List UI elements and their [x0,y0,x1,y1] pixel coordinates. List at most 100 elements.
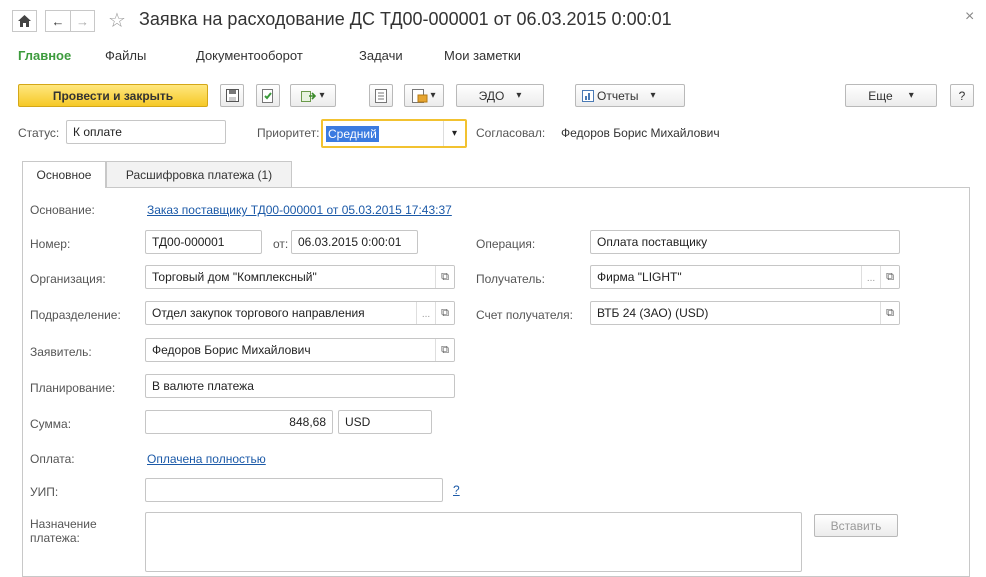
purpose-textarea[interactable] [145,512,802,572]
recipient-account-open-button[interactable]: ⧉ [880,302,899,324]
menu-item-docflow[interactable]: Документооборот [196,48,303,63]
organization-open-button[interactable]: ⧉ [435,266,454,288]
favorite-star-icon[interactable]: ☆ [108,8,126,33]
number-field[interactable]: ТД00-000001 [145,230,262,254]
status-label: Статус: [18,126,60,140]
ellipsis-icon: ... [421,309,431,320]
menu-item-main[interactable]: Главное [18,48,71,63]
menu-item-tasks[interactable]: Задачи [359,48,403,63]
approved-value: Федоров Борис Михайлович [561,126,720,140]
uip-label: УИП: [30,485,59,499]
chevron-down-icon: ▾ [650,90,656,101]
priority-label: Приоритет: [257,126,320,140]
applicant-value: Федоров Борис Михайлович [152,343,311,357]
home-button[interactable] [12,10,37,32]
more-label: Еще [868,88,893,103]
operation-field[interactable]: Оплата поставщику [590,230,900,254]
division-open-button[interactable]: ⧉ [435,302,454,324]
reports-icon [582,89,594,102]
division-select-button[interactable]: ... [416,302,435,324]
open-form-icon: ⧉ [441,343,449,356]
home-icon [18,15,31,27]
menu-item-files[interactable]: Файлы [105,48,146,63]
reports-label: Отчеты [597,88,639,103]
tab-payment-breakdown[interactable]: Расшифровка платежа (1) [106,161,292,187]
tab-payment-breakdown-label: Расшифровка платежа (1) [125,167,273,182]
chevron-down-icon: ▾ [319,90,325,101]
amount-field[interactable]: 848,68 [145,410,333,434]
print-button[interactable]: ▾ [404,84,444,107]
organization-label: Организация: [30,272,106,286]
forward-button[interactable]: → [70,10,95,32]
post-and-close-button[interactable]: Провести и закрыть [18,84,208,107]
edo-label: ЭДО [478,88,505,103]
reports-button[interactable]: Отчеты ▾ [575,84,685,107]
chevron-down-icon: ▾ [430,90,436,101]
menu-item-notes[interactable]: Мои заметки [444,48,521,63]
number-value: ТД00-000001 [152,235,225,249]
basis-label: Основание: [30,203,95,217]
approved-label: Согласовал: [476,126,546,140]
close-icon[interactable]: × [965,8,974,26]
priority-value: Средний [326,125,379,142]
organization-value: Торговый дом "Комплексный" [152,270,317,284]
applicant-field[interactable]: Федоров Борис Михайлович ⧉ [145,338,455,362]
post-document-icon [262,88,273,103]
post-button[interactable] [256,84,280,107]
create-based-on-button[interactable]: ▾ [290,84,336,107]
print-icon [412,88,428,103]
date-field[interactable]: 06.03.2015 0:00:01 [291,230,418,254]
save-icon [225,89,239,102]
purpose-label: Назначение платежа: [30,517,97,545]
post-and-close-label: Провести и закрыть [52,88,174,103]
status-field[interactable]: К оплате [66,120,226,144]
recipient-account-label: Счет получателя: [476,308,573,322]
recipient-account-field[interactable]: ВТБ 24 (ЗАО) (USD) ⧉ [590,301,900,325]
date-value: 06.03.2015 0:00:01 [298,235,402,249]
recipient-open-button[interactable]: ⧉ [880,266,899,288]
open-form-icon: ⧉ [886,270,894,283]
tab-main-label: Основное [36,168,92,182]
window-title: Заявка на расходование ДС ТД00-000001 от… [139,9,672,29]
payment-status-link[interactable]: Оплачена полностью [147,452,266,466]
amount-value: 848,68 [289,415,326,429]
help-button[interactable]: ? [950,84,974,107]
recipient-account-value: ВТБ 24 (ЗАО) (USD) [597,306,709,320]
more-button[interactable]: Еще ▾ [845,84,937,107]
help-label: ? [958,88,966,103]
uip-field[interactable] [145,478,443,502]
division-label: Подразделение: [30,308,121,322]
number-label: Номер: [30,237,71,251]
recipient-field[interactable]: Фирма "LIGHT" ... ⧉ [590,265,900,289]
planning-field[interactable]: В валюте платежа [145,374,455,398]
open-form-icon: ⧉ [886,306,894,319]
list-button[interactable] [369,84,393,107]
applicant-open-button[interactable]: ⧉ [435,339,454,361]
organization-field[interactable]: Торговый дом "Комплексный" ⧉ [145,265,455,289]
edo-button[interactable]: ЭДО ▾ [456,84,544,107]
forward-arrow-icon: → [76,13,89,29]
document-list-icon [375,88,387,103]
recipient-select-button[interactable]: ... [861,266,880,288]
basis-link[interactable]: Заказ поставщику ТД00-000001 от 05.03.20… [147,203,452,217]
planning-label: Планирование: [30,381,116,395]
division-field[interactable]: Отдел закупок торгового направления ... … [145,301,455,325]
operation-label: Операция: [476,237,536,251]
uip-help-link[interactable]: ? [453,483,460,497]
insert-label: Вставить [830,518,882,533]
applicant-label: Заявитель: [30,345,92,359]
currency-value: USD [345,415,371,429]
open-form-icon: ⧉ [441,306,449,319]
priority-select[interactable]: Средний ▾ [321,119,467,148]
back-button[interactable]: ← [45,10,70,32]
status-value: К оплате [73,125,122,139]
save-button[interactable] [220,84,244,107]
create-based-on-icon [301,90,317,102]
payment-label: Оплата: [30,452,75,466]
tab-main[interactable]: Основное [22,161,106,188]
currency-field[interactable]: USD [338,410,432,434]
division-value: Отдел закупок торгового направления [152,306,365,320]
insert-button[interactable]: Вставить [814,514,898,537]
planning-value: В валюте платежа [152,379,254,393]
priority-dropdown-button[interactable]: ▾ [443,121,465,146]
